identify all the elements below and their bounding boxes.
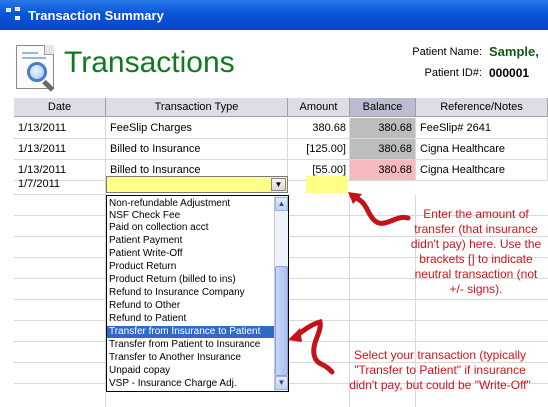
dropdown-option[interactable]: Transfer to Another Insurance [107, 352, 275, 364]
transaction-type-combobox[interactable]: ▼ [106, 176, 288, 193]
table-cell-type[interactable]: Billed to Insurance [106, 139, 288, 160]
patient-name-value: Sample, [489, 44, 539, 59]
dropdown-option[interactable]: Transfer from Patient to Insurance [107, 339, 275, 351]
dropdown-option[interactable]: Patient Write-Off [107, 248, 275, 260]
table-cell-amount[interactable]: 380.68 [288, 118, 350, 139]
transaction-type-dropdown[interactable]: Non-refundable Adjustment NSF Check Fee … [106, 195, 289, 392]
scroll-down-icon[interactable]: ▼ [275, 376, 288, 390]
dropdown-option[interactable]: NSF Check Fee [107, 210, 275, 222]
scroll-up-icon[interactable]: ▲ [275, 197, 288, 211]
header: Transactions Patient Name: Sample, Patie… [0, 30, 548, 96]
app-window-icon [6, 6, 23, 24]
dropdown-option[interactable]: Product Return (billed to ins) [107, 274, 275, 286]
column-header-date[interactable]: Date [14, 98, 106, 117]
patient-id-label: Patient ID#: [424, 67, 482, 79]
table-cell-reference[interactable]: Cigna Healthcare [416, 139, 548, 160]
dropdown-option[interactable]: Refund to Insurance Company [107, 287, 275, 299]
dropdown-option[interactable]: Non-refundable Adjustment [107, 198, 275, 210]
document-magnifier-icon [16, 45, 55, 92]
column-header-transaction-type[interactable]: Transaction Type [106, 98, 288, 117]
window-title: Transaction Summary [28, 7, 164, 23]
column-header-reference-notes[interactable]: Reference/Notes [416, 98, 548, 117]
table-cell-type[interactable]: FeeSlip Charges [106, 118, 288, 139]
title-bar: Transaction Summary [0, 0, 548, 30]
table-cell-balance: 380.68 [350, 160, 416, 181]
table-cell-amount[interactable]: [125.00] [288, 139, 350, 160]
table-cell-balance: 380.68 [350, 139, 416, 160]
patient-id-value: 000001 [489, 66, 530, 80]
dropdown-option[interactable]: Paid on collection acct [107, 222, 275, 234]
dropdown-option[interactable]: Patient Payment [107, 235, 275, 247]
column-header-amount[interactable]: Amount [288, 98, 350, 117]
amount-input[interactable] [306, 176, 348, 193]
page-title: Transactions [64, 46, 235, 79]
editing-date-cell[interactable]: 1/7/2011 [14, 174, 106, 195]
table-cell-date[interactable]: 1/13/2011 [14, 139, 106, 160]
table-cell-reference[interactable]: Cigna Healthcare [416, 160, 548, 181]
dropdown-option-selected[interactable]: Transfer from Insurance to Patient [107, 326, 275, 338]
table-cell-date[interactable]: 1/13/2011 [14, 118, 106, 139]
transaction-type-note: Select your transaction (typically "Tran… [349, 348, 531, 392]
dropdown-option[interactable]: Refund to Other [107, 300, 275, 312]
patient-name-label: Patient Name: [412, 46, 482, 58]
table-cell-reference[interactable]: FeeSlip# 2641 [416, 118, 548, 139]
dropdown-option[interactable]: Refund to Patient [107, 313, 275, 325]
table-cell-balance: 380.68 [350, 118, 416, 139]
amount-note: Enter the amount of transfer (that insur… [410, 207, 542, 296]
chevron-down-icon[interactable]: ▼ [271, 178, 286, 191]
column-header-balance[interactable]: Balance [350, 98, 416, 117]
dropdown-option[interactable]: Product Return [107, 261, 275, 273]
dropdown-option[interactable]: Unpaid copay [107, 365, 275, 377]
dropdown-option[interactable]: VSP - Insurance Charge Adj. [107, 378, 275, 390]
